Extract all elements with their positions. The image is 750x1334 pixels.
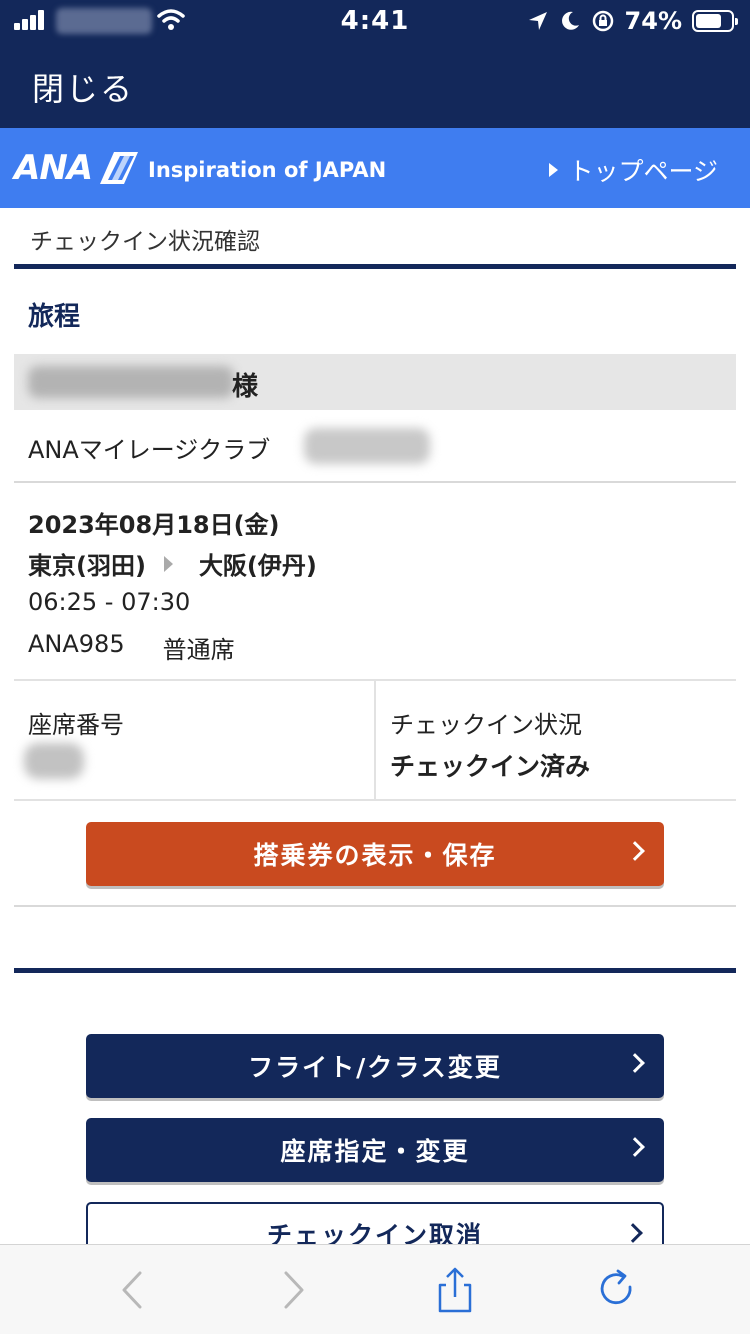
share-icon[interactable] <box>430 1265 480 1315</box>
mileage-number-redacted <box>304 428 430 464</box>
close-button[interactable]: 閉じる <box>32 64 134 110</box>
status-right: 74% <box>527 6 738 36</box>
seat-change-button[interactable]: 座席指定・変更 <box>86 1118 664 1182</box>
flight-number: ANA985 <box>28 630 125 658</box>
ana-logo[interactable]: ANA <box>14 148 140 188</box>
itinerary-heading: 旅程 <box>28 302 81 332</box>
ana-logo-mark-icon <box>100 152 139 184</box>
section-divider-bottom <box>14 968 736 973</box>
checkin-status-value: チェックイン済み <box>390 752 591 781</box>
brand-bar: ANA Inspiration of JAPAN トップページ <box>0 128 750 208</box>
mileage-club-row: ANAマイレージクラブ <box>14 410 736 483</box>
nav-header: 閉じる <box>0 40 750 128</box>
battery-fill <box>696 14 721 28</box>
moon-icon <box>561 11 579 30</box>
triangle-right-icon <box>549 163 559 177</box>
flight-route: 東京(羽田) 大阪(伊丹) <box>28 546 317 581</box>
seat-number-label: 座席番号 <box>28 711 124 739</box>
battery-icon <box>692 10 738 32</box>
section-divider-top <box>14 264 736 269</box>
boarding-pass-button-label: 搭乗券の表示・保存 <box>253 841 497 870</box>
checkin-status-label: チェックイン状況 <box>390 711 582 739</box>
brand-tagline: Inspiration of JAPAN <box>148 158 387 182</box>
battery-percent: 74% <box>624 7 682 35</box>
flight-number-row: ANA985 普通席 <box>28 630 235 665</box>
seat-number-redacted <box>24 743 84 779</box>
reload-icon[interactable] <box>592 1265 642 1315</box>
passenger-name-row: 様 <box>14 354 736 410</box>
section-divider-thin <box>14 905 736 907</box>
route-arrow-icon <box>163 555 173 572</box>
forward-icon[interactable] <box>268 1265 318 1315</box>
chevron-right-icon <box>625 1053 645 1073</box>
honorific-suffix: 様 <box>232 372 259 402</box>
flight-date: 2023年08月18日(金) <box>28 511 280 539</box>
flight-class-change-button[interactable]: フライト/クラス変更 <box>86 1034 664 1098</box>
flight-time: 06:25 - 07:30 <box>28 588 191 616</box>
flight-origin: 東京(羽田) <box>28 552 146 580</box>
rotation-lock-icon <box>592 10 613 32</box>
flight-class-change-button-label: フライト/クラス変更 <box>248 1053 502 1082</box>
top-page-link-label: トップページ <box>568 157 718 186</box>
browser-toolbar <box>0 1244 750 1334</box>
back-icon[interactable] <box>108 1265 158 1315</box>
boarding-pass-button[interactable]: 搭乗券の表示・保存 <box>86 822 664 886</box>
cabin-class: 普通席 <box>162 636 235 664</box>
location-arrow-icon <box>528 12 547 30</box>
seat-divider <box>374 681 376 801</box>
mileage-club-label: ANAマイレージクラブ <box>28 436 271 464</box>
chevron-right-icon <box>625 1137 645 1157</box>
ana-logo-text: ANA <box>14 148 93 188</box>
status-bar: 4:41 74% <box>0 0 750 40</box>
page-title: チェックイン状況確認 <box>30 229 260 255</box>
flight-details: 2023年08月18日(金) 東京(羽田) 大阪(伊丹) 06:25 - 07:… <box>14 483 736 681</box>
seat-status-block: 座席番号 チェックイン状況 チェックイン済み <box>14 681 736 801</box>
passenger-name-redacted <box>28 366 234 398</box>
chevron-right-icon <box>625 841 645 861</box>
chevron-right-icon <box>623 1223 643 1243</box>
top-page-link[interactable]: トップページ <box>549 152 718 188</box>
flight-destination: 大阪(伊丹) <box>198 552 317 580</box>
seat-change-button-label: 座席指定・変更 <box>280 1137 470 1166</box>
